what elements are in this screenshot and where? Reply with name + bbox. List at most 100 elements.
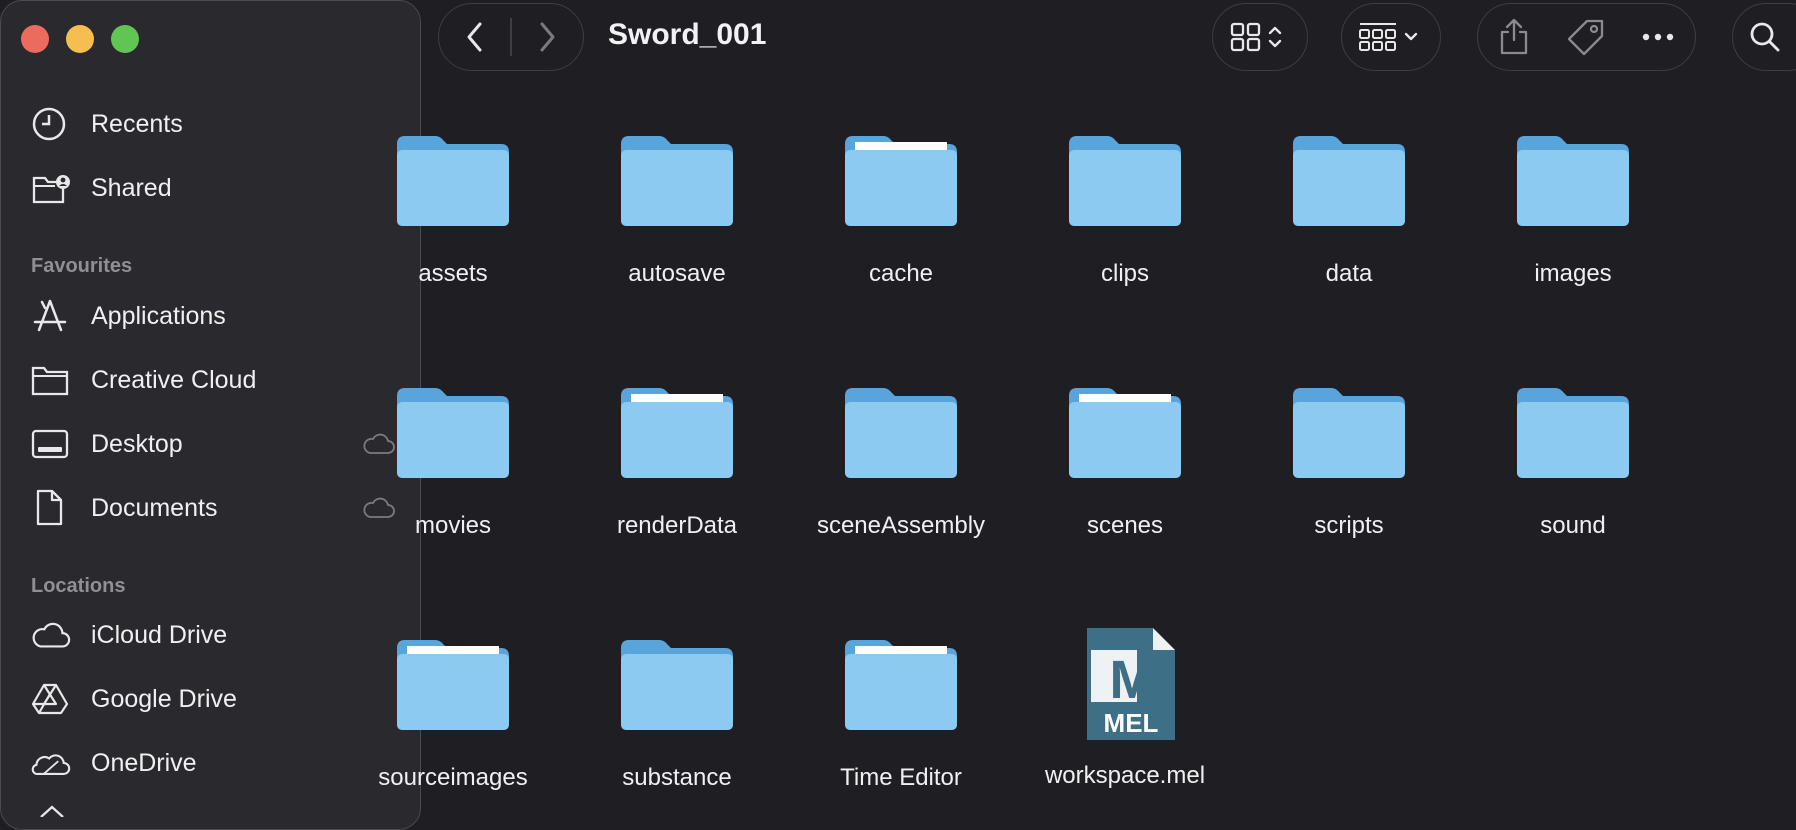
folder-item[interactable]: scenes (1025, 382, 1225, 540)
item-label: assets (418, 260, 488, 287)
item-label: images (1534, 260, 1612, 287)
folder-item[interactable]: sound (1473, 382, 1673, 540)
folder-icon (1473, 130, 1673, 230)
sidebar-item-recents[interactable]: Recents (31, 104, 401, 144)
folder-item[interactable]: clips (1025, 130, 1225, 288)
sidebar-item-partial-icon (37, 803, 67, 822)
onedrive-icon (31, 745, 71, 781)
item-label: workspace.mel (1044, 762, 1206, 789)
folder-icon (577, 382, 777, 482)
actions-group (1477, 3, 1696, 71)
folder-icon (1025, 382, 1225, 482)
grid-view-icon (1213, 4, 1307, 70)
sidebar-item-creative-cloud[interactable]: Creative Cloud (31, 360, 401, 400)
google-drive-icon (31, 681, 71, 717)
search-icon (1733, 4, 1796, 70)
sidebar-item-google-drive[interactable]: Google Drive (31, 679, 401, 719)
mel-badge-text: MEL (1104, 708, 1159, 738)
file-item[interactable]: M MEL workspace.mel (1025, 626, 1225, 790)
folder-item[interactable]: sceneAssembly (801, 382, 1001, 540)
chevron-left-icon (467, 22, 482, 52)
more-icon (1642, 33, 1674, 41)
folder-icon (31, 362, 71, 398)
item-label: movies (414, 512, 492, 539)
tag-icon (1567, 19, 1604, 56)
folder-item[interactable]: scripts (1249, 382, 1449, 540)
close-button[interactable] (21, 25, 49, 53)
back-button[interactable] (439, 4, 510, 70)
folder-item[interactable]: Time Editor (801, 634, 1001, 792)
sidebar-item-label: iCloud Drive (91, 620, 228, 649)
search-button[interactable] (1732, 3, 1796, 71)
folder-icon (801, 130, 1001, 230)
mel-badge-letter: M (1110, 650, 1155, 710)
minimize-button[interactable] (66, 25, 94, 53)
folder-icon (801, 634, 1001, 734)
item-label: scenes (1086, 512, 1164, 539)
mel-file-icon: M MEL (1025, 626, 1225, 742)
folder-item[interactable]: assets (353, 130, 553, 288)
folder-icon (1025, 130, 1225, 230)
sidebar-item-label: Creative Cloud (91, 365, 257, 394)
folder-item[interactable]: sourceimages (353, 634, 553, 792)
folder-icon (1249, 130, 1449, 230)
sidebar-item-shared[interactable]: Shared (31, 168, 401, 208)
item-label: clips (1100, 260, 1149, 287)
group-view-button[interactable] (1341, 3, 1441, 71)
share-icon (1500, 18, 1528, 55)
folder-item[interactable]: autosave (577, 130, 777, 288)
window-controls (21, 25, 139, 53)
more-button[interactable] (1622, 4, 1694, 70)
section-locations: Locations (31, 575, 126, 597)
folder-icon (1249, 382, 1449, 482)
folder-icon (801, 382, 1001, 482)
folder-icon (1473, 382, 1673, 482)
forward-button[interactable] (512, 4, 583, 70)
cloud-icon (31, 617, 71, 653)
zoom-button[interactable] (111, 25, 139, 53)
sidebar-item-documents[interactable]: Documents (31, 488, 401, 528)
desktop-icon (31, 426, 71, 462)
item-label: Time Editor (840, 764, 962, 791)
item-label: autosave (628, 260, 726, 287)
folder-item[interactable]: movies (353, 382, 553, 540)
sidebar-item-label: Desktop (91, 429, 183, 458)
folder-item[interactable]: data (1249, 130, 1449, 288)
item-label: sourceimages (378, 764, 528, 791)
applications-icon (31, 298, 71, 334)
item-label: cache (868, 260, 934, 287)
share-button[interactable] (1478, 4, 1550, 70)
folder-icon (577, 634, 777, 734)
folder-item[interactable]: cache (801, 130, 1001, 288)
sidebar-item-label: Applications (91, 301, 226, 330)
item-label: renderData (616, 512, 738, 539)
item-label: scripts (1314, 512, 1384, 539)
window-title: Sword_001 (608, 18, 767, 51)
folder-item[interactable]: images (1473, 130, 1673, 288)
sidebar-item-label: Documents (91, 493, 218, 522)
view-toggle-button[interactable] (1212, 3, 1308, 71)
sidebar-item-label: Google Drive (91, 684, 237, 713)
item-label: sound (1540, 512, 1606, 539)
sidebar-item-icloud-drive[interactable]: iCloud Drive (31, 615, 401, 655)
item-label: sceneAssembly (816, 512, 986, 539)
sidebar-item-label: Recents (91, 109, 183, 138)
document-icon (31, 489, 71, 526)
folder-item[interactable]: substance (577, 634, 777, 792)
folder-icon (353, 634, 553, 734)
item-label: substance (622, 764, 732, 791)
sidebar-item-desktop[interactable]: Desktop (31, 424, 401, 464)
group-view-icon (1342, 4, 1440, 70)
folder-item[interactable]: renderData (577, 382, 777, 540)
tag-button[interactable] (1550, 4, 1622, 70)
folder-icon (577, 130, 777, 230)
folder-icon (353, 130, 553, 230)
section-favourites: Favourites (31, 255, 133, 277)
sidebar-item-label: Shared (91, 173, 172, 202)
chevron-right-icon (540, 22, 555, 52)
sidebar-item-applications[interactable]: Applications (31, 296, 401, 336)
item-label: data (1325, 260, 1373, 287)
navigation-group (438, 3, 584, 71)
clock-icon (31, 106, 71, 142)
sidebar-item-onedrive[interactable]: OneDrive (31, 743, 401, 783)
